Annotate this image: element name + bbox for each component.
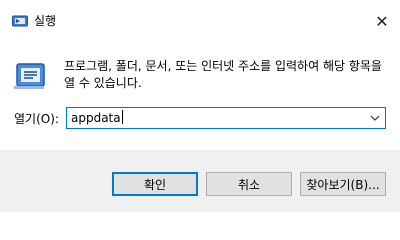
open-combobox[interactable]: appdata <box>66 107 386 129</box>
description-text: 프로그램, 폴더, 문서, 또는 인터넷 주소를 입력하여 해당 항목을 열 수… <box>64 59 382 90</box>
button-bar: 확인 취소 찾아보기(B)... <box>0 150 400 212</box>
close-icon: ✕ <box>375 11 389 31</box>
run-icon <box>14 63 45 89</box>
chevron-down-icon[interactable] <box>369 111 381 125</box>
run-dialog: 실행 ✕ 프로그램, 폴더, 문서, 또는 인터넷 주소를 입력하여 해당 항목… <box>0 0 400 225</box>
window-title: 실행 <box>34 14 57 28</box>
browse-button[interactable]: 찾아보기(B)... <box>300 172 386 196</box>
title-bar[interactable]: 실행 ✕ <box>0 0 400 42</box>
cancel-button[interactable]: 취소 <box>206 172 292 196</box>
open-label: 열기(O): <box>14 112 59 126</box>
close-button[interactable]: ✕ <box>364 0 400 42</box>
open-input-value: appdata <box>71 111 121 125</box>
open-input[interactable]: appdata <box>71 110 123 126</box>
text-caret <box>121 110 123 124</box>
run-icon <box>12 15 28 27</box>
ok-button[interactable]: 확인 <box>112 172 198 196</box>
